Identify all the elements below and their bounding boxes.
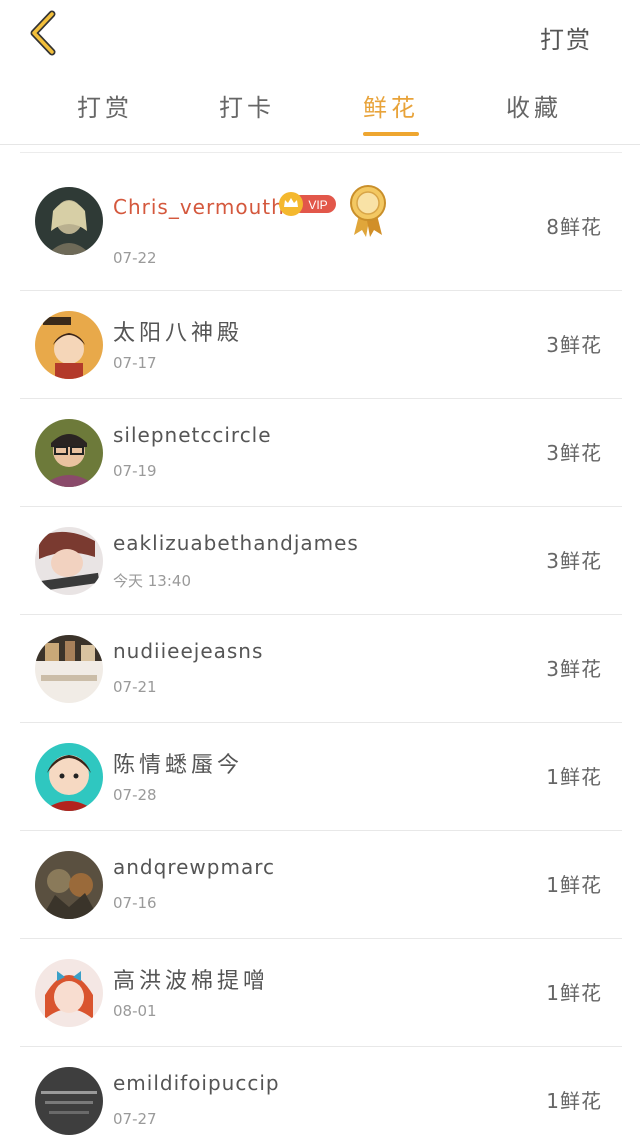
flower-count: 1鲜花 (546, 873, 602, 897)
timestamp: 今天 13:40 (113, 572, 191, 590)
avatar[interactable] (35, 743, 103, 811)
top-bar: 打赏 打赏 打卡 鲜花 收藏 (0, 0, 640, 145)
active-tab-indicator (363, 132, 419, 136)
tab-label: 打卡 (219, 94, 275, 122)
list-item[interactable]: Chris_vermouth VIP 07-22 8鲜花 (20, 153, 622, 291)
user-name[interactable]: eaklizuabethandjames (113, 531, 359, 555)
avatar[interactable] (35, 527, 103, 595)
flower-count: 1鲜花 (546, 765, 602, 789)
timestamp: 07-28 (113, 786, 157, 804)
flower-list: Chris_vermouth VIP 07-22 8鲜花 太阳八神殿 07-17… (20, 153, 622, 1144)
flower-count: 3鲜花 (546, 333, 602, 357)
user-name[interactable]: Chris_vermouth (113, 195, 285, 219)
tab-flowers[interactable]: 鲜花 (336, 88, 446, 140)
user-name[interactable]: andqrewpmarc (113, 855, 275, 879)
list-item[interactable]: eaklizuabethandjames 今天 13:40 3鲜花 (20, 507, 622, 615)
timestamp: 07-19 (113, 462, 157, 480)
vip-badge: VIP (279, 192, 336, 216)
tab-checkin[interactable]: 打卡 (192, 88, 302, 140)
avatar[interactable] (35, 187, 103, 255)
flower-count: 3鲜花 (546, 549, 602, 573)
avatar[interactable] (35, 851, 103, 919)
timestamp: 07-27 (113, 1110, 157, 1128)
header-divider (0, 144, 640, 145)
tab-reward[interactable]: 打赏 (50, 88, 160, 140)
chevron-left-icon (30, 10, 56, 56)
timestamp: 07-16 (113, 894, 157, 912)
flower-count: 1鲜花 (546, 1089, 602, 1113)
flower-count: 3鲜花 (546, 441, 602, 465)
timestamp: 07-21 (113, 678, 157, 696)
list-item[interactable]: emildifoipuccip 07-27 1鲜花 (20, 1047, 622, 1144)
list-item[interactable]: 太阳八神殿 07-17 3鲜花 (20, 291, 622, 399)
flower-count: 8鲜花 (546, 215, 602, 239)
tab-bar: 打赏 打卡 鲜花 收藏 (0, 88, 640, 144)
avatar[interactable] (35, 419, 103, 487)
medal-icon (350, 185, 386, 237)
list-item[interactable]: 高洪波棉提噌 08-01 1鲜花 (20, 939, 622, 1047)
avatar[interactable] (35, 635, 103, 703)
tab-label: 打赏 (77, 94, 133, 122)
list-item[interactable]: 陈情蟋蜃今 07-28 1鲜花 (20, 723, 622, 831)
user-name[interactable]: 高洪波棉提噌 (113, 963, 269, 995)
user-name[interactable]: 太阳八神殿 (113, 315, 243, 347)
user-name[interactable]: emildifoipuccip (113, 1071, 280, 1095)
flower-count: 1鲜花 (546, 981, 602, 1005)
flower-count: 3鲜花 (546, 657, 602, 681)
avatar[interactable] (35, 311, 103, 379)
user-name[interactable]: silepnetccircle (113, 423, 272, 447)
reward-action-button[interactable]: 打赏 (540, 20, 592, 55)
user-name[interactable]: nudiieejeasns (113, 639, 263, 663)
list-item[interactable]: nudiieejeasns 07-21 3鲜花 (20, 615, 622, 723)
vip-label: VIP (308, 198, 327, 212)
back-button[interactable] (22, 8, 66, 58)
tab-favorites[interactable]: 收藏 (479, 88, 589, 140)
tab-label: 收藏 (506, 94, 562, 122)
tab-label: 鲜花 (363, 94, 419, 122)
avatar[interactable] (35, 1067, 103, 1135)
list-item[interactable]: andqrewpmarc 07-16 1鲜花 (20, 831, 622, 939)
timestamp: 07-17 (113, 354, 157, 372)
user-name[interactable]: 陈情蟋蜃今 (113, 747, 243, 779)
timestamp: 07-22 (113, 249, 157, 267)
list-item[interactable]: silepnetccircle 07-19 3鲜花 (20, 399, 622, 507)
avatar[interactable] (35, 959, 103, 1027)
timestamp: 08-01 (113, 1002, 157, 1020)
